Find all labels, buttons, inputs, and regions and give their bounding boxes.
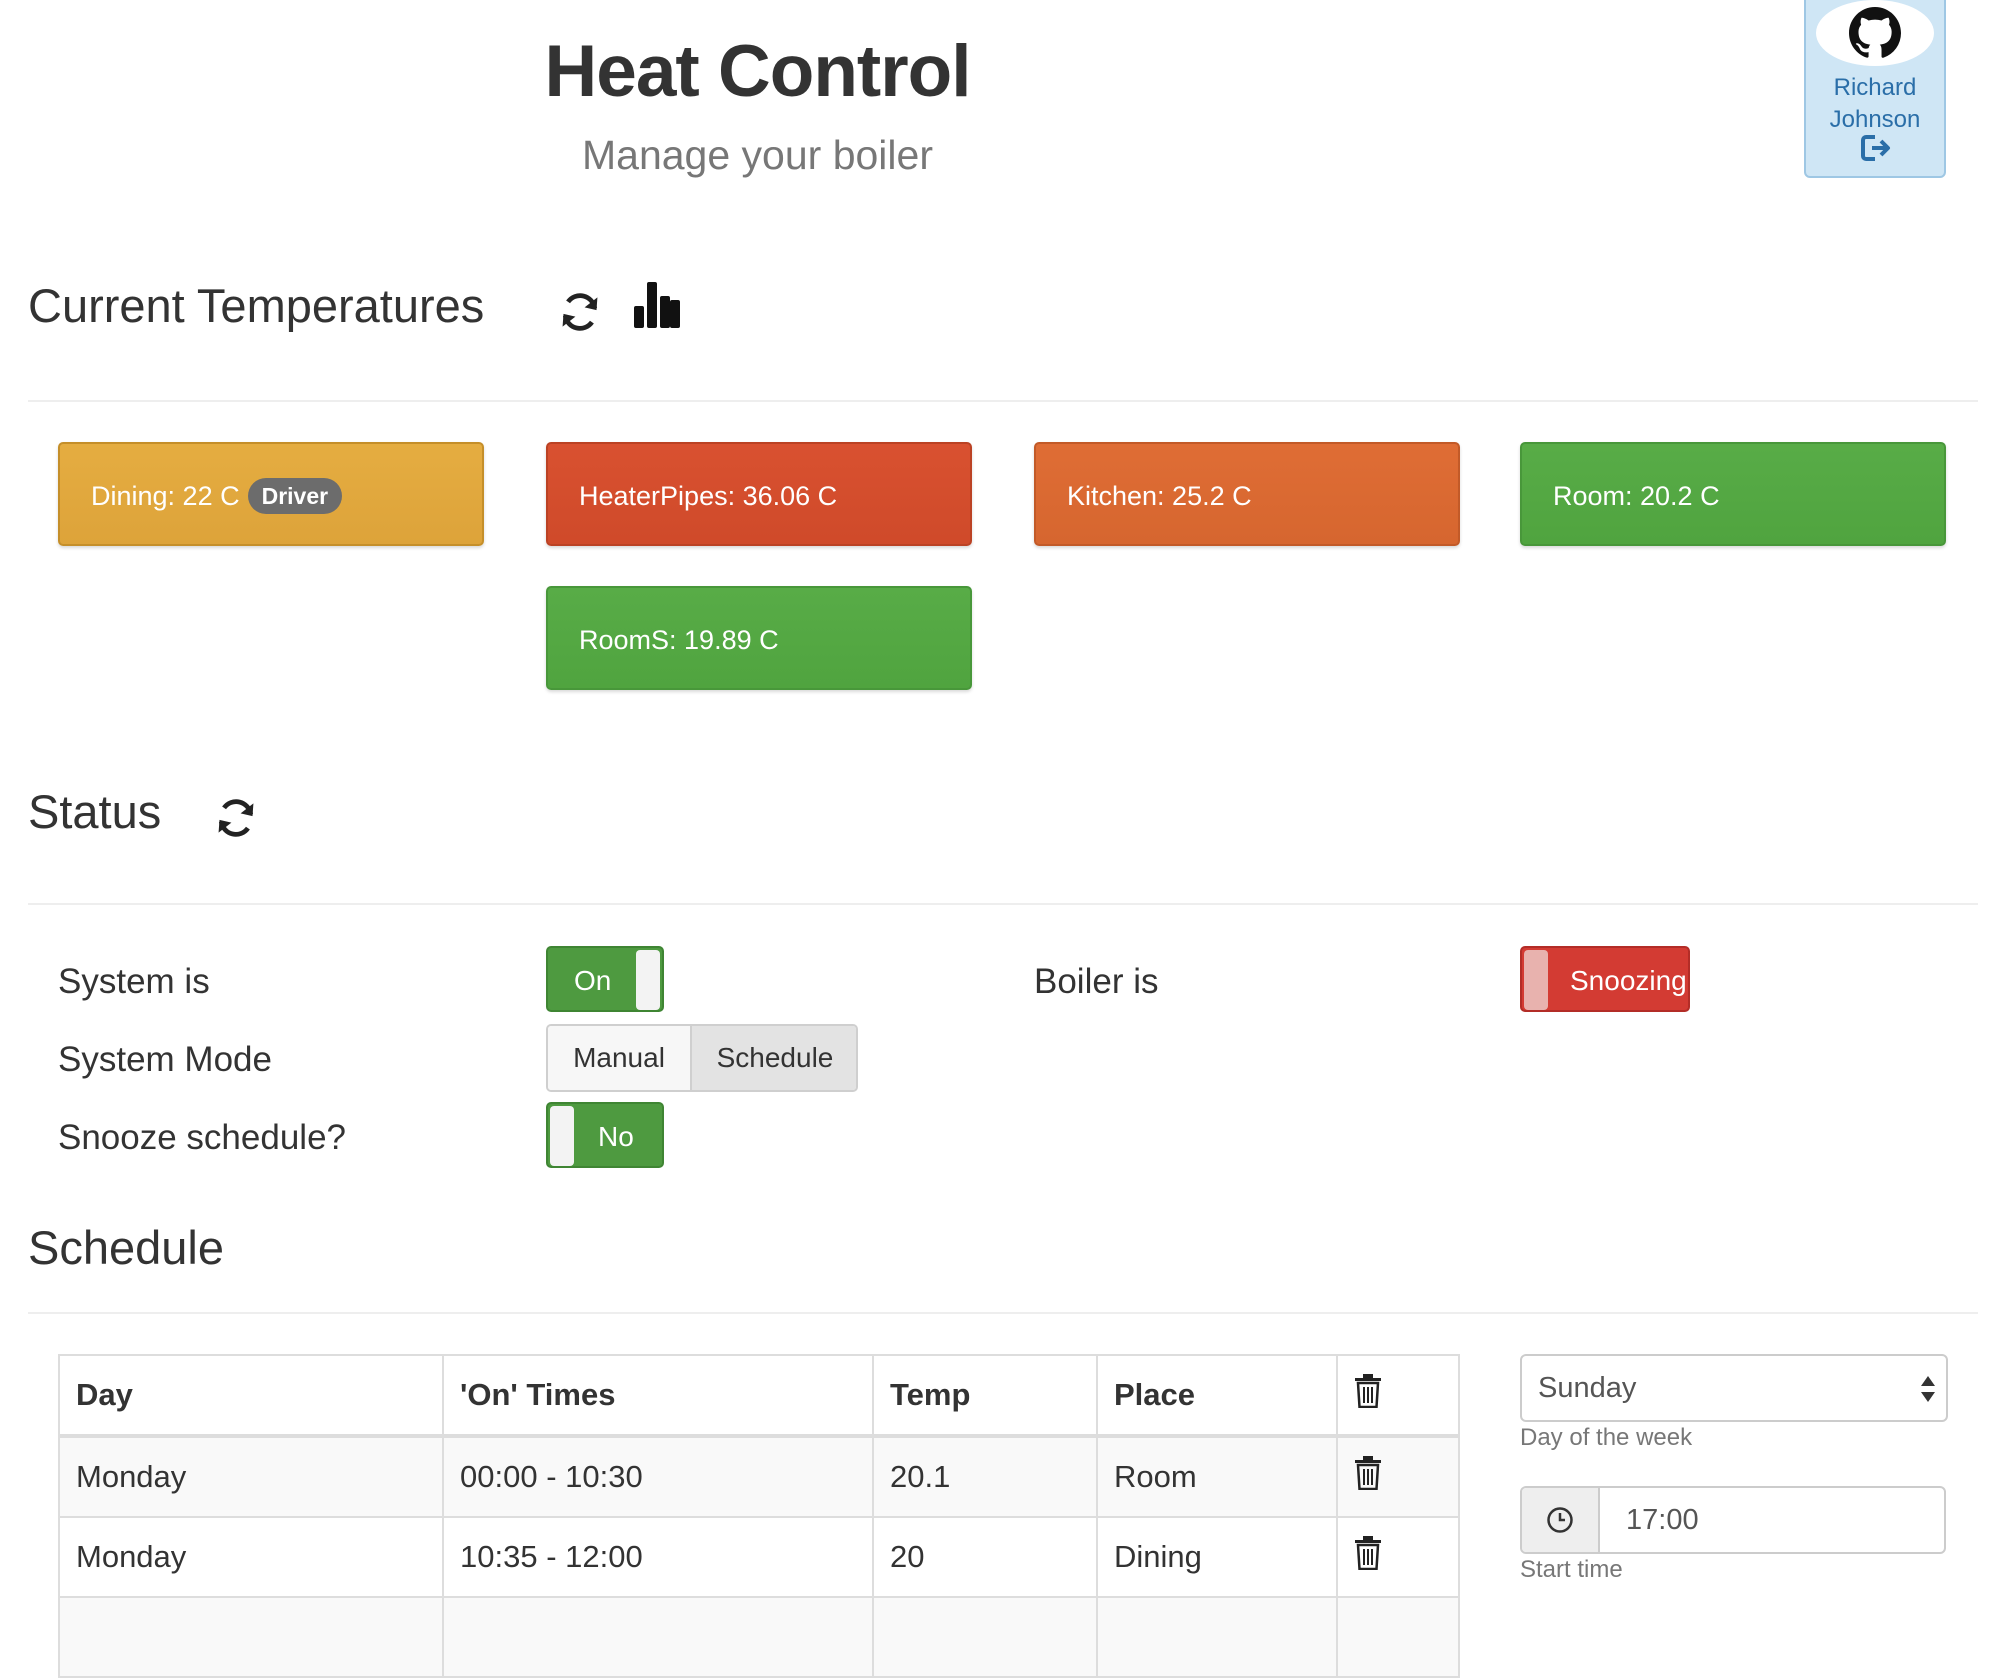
- refresh-icon[interactable]: [214, 796, 258, 840]
- mode-label: System Mode: [58, 1040, 272, 1079]
- cell-day: Monday: [58, 1435, 444, 1518]
- toggle-knob: [1524, 950, 1548, 1010]
- snooze-toggle[interactable]: No: [546, 1102, 664, 1168]
- temp-tile-kitchen: Kitchen: 25.2 C: [1034, 442, 1460, 546]
- column-header-times: 'On' Times: [442, 1354, 874, 1438]
- refresh-icon[interactable]: [558, 290, 602, 334]
- schedule-table: Day 'On' Times Temp Place Monday 00:00 -…: [58, 1354, 1460, 1678]
- temp-tile-label: Dining: 22 C: [91, 481, 240, 511]
- cell-day: Monday: [58, 1516, 444, 1598]
- cell-day: [58, 1596, 444, 1678]
- mode-manual-button[interactable]: Manual: [548, 1026, 690, 1090]
- column-header-temp: Temp: [872, 1354, 1098, 1438]
- start-time-input[interactable]: 17:00: [1520, 1486, 1946, 1554]
- mode-button-group: Manual Schedule: [546, 1024, 858, 1092]
- app-subtitle: Manage your boiler: [582, 132, 933, 178]
- schedule-heading: Schedule: [28, 1221, 224, 1274]
- boiler-label: Boiler is: [1034, 962, 1159, 1001]
- table-header-row: Day 'On' Times Temp Place: [58, 1354, 1460, 1438]
- temp-tile-dining: Dining: 22 C Driver: [58, 442, 484, 546]
- status-heading: Status: [28, 785, 162, 838]
- cell-place: [1096, 1596, 1338, 1678]
- cell-times: [442, 1596, 874, 1678]
- trash-icon[interactable]: [1354, 1374, 1382, 1409]
- divider: [28, 400, 1978, 402]
- cell-place: Dining: [1096, 1516, 1338, 1598]
- divider: [28, 1312, 1978, 1314]
- user-name[interactable]: Richard Johnson: [1806, 72, 1944, 136]
- temp-tile-label: HeaterPipes: 36.06 C: [579, 481, 838, 511]
- table-row: Monday 00:00 - 10:30 20.1 Room: [58, 1435, 1460, 1518]
- toggle-knob: [636, 950, 660, 1010]
- user-last-name: Johnson: [1829, 106, 1921, 133]
- avatar: [1816, 0, 1934, 66]
- table-row: Monday 10:35 - 12:00 20 Dining: [58, 1516, 1460, 1598]
- user-first-name: Richard: [1833, 74, 1917, 101]
- cell-times: 10:35 - 12:00: [442, 1516, 874, 1598]
- clock-icon: [1547, 1507, 1573, 1533]
- user-badge[interactable]: Richard Johnson: [1804, 0, 1946, 178]
- cell-temp: [872, 1596, 1098, 1678]
- system-toggle-label: On: [574, 965, 612, 996]
- mode-schedule-button[interactable]: Schedule: [690, 1026, 856, 1090]
- temp-tile-heaterpipes: HeaterPipes: 36.06 C: [546, 442, 972, 546]
- snooze-toggle-label: No: [598, 1121, 634, 1152]
- day-help-text: Day of the week: [1520, 1424, 1693, 1451]
- driver-badge: Driver: [247, 477, 343, 514]
- day-select[interactable]: Sunday: [1520, 1354, 1948, 1422]
- cell-times: 00:00 - 10:30: [442, 1435, 874, 1518]
- divider: [28, 903, 1978, 905]
- start-time-value: 17:00: [1626, 1504, 1699, 1536]
- column-header-day: Day: [58, 1354, 444, 1438]
- bar-chart-icon[interactable]: [634, 282, 680, 328]
- cell-temp: 20.1: [872, 1435, 1098, 1518]
- cell-delete: [1336, 1516, 1460, 1598]
- logout-icon[interactable]: [1861, 134, 1893, 162]
- day-select-value: Sunday: [1538, 1372, 1637, 1404]
- temperatures-heading: Current Temperatures: [28, 279, 485, 332]
- system-toggle[interactable]: On: [546, 946, 664, 1012]
- column-header-delete: [1336, 1354, 1460, 1438]
- temp-tile-rooms: RoomS: 19.89 C: [546, 586, 972, 690]
- cell-delete: [1336, 1435, 1460, 1518]
- cell-delete: [1336, 1596, 1460, 1678]
- snooze-label: Snooze schedule?: [58, 1118, 346, 1157]
- github-icon: [1849, 7, 1901, 58]
- app-title: Heat Control: [544, 31, 972, 112]
- temp-tile-label: RoomS: 19.89 C: [579, 625, 779, 655]
- boiler-state-label: Snoozing: [1570, 965, 1687, 996]
- trash-icon[interactable]: [1354, 1536, 1382, 1571]
- time-help-text: Start time: [1520, 1556, 1623, 1583]
- temp-tile-label: Room: 20.2 C: [1553, 481, 1720, 511]
- temp-tile-room: Room: 20.2 C: [1520, 442, 1946, 546]
- trash-icon[interactable]: [1354, 1456, 1382, 1491]
- select-arrows-icon: [1921, 1376, 1935, 1402]
- temp-tile-label: Kitchen: 25.2 C: [1067, 481, 1252, 511]
- cell-temp: 20: [872, 1516, 1098, 1598]
- boiler-state-toggle[interactable]: Snoozing: [1520, 946, 1690, 1012]
- system-label: System is: [58, 962, 210, 1001]
- cell-place: Room: [1096, 1435, 1338, 1518]
- time-addon: [1522, 1488, 1600, 1552]
- table-row: [58, 1596, 1460, 1678]
- toggle-knob: [550, 1106, 574, 1166]
- column-header-place: Place: [1096, 1354, 1338, 1438]
